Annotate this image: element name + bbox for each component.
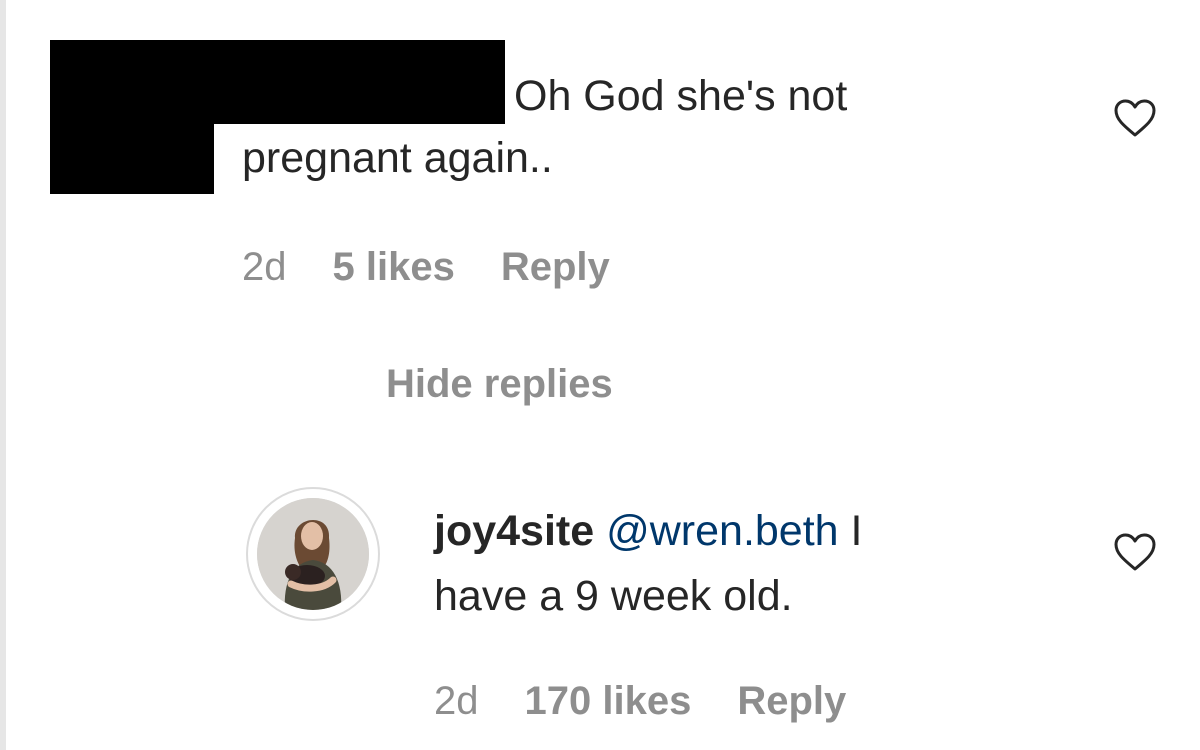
reply-username[interactable]: joy4site [434, 507, 594, 555]
reply-mention-link[interactable]: @wren.beth [606, 507, 839, 555]
comment-likes-link[interactable]: 5 likes [333, 243, 455, 291]
comment-time: 2d [242, 245, 287, 289]
like-reply-button[interactable] [1113, 532, 1157, 572]
reply-time: 2d [434, 679, 479, 723]
comment-text-line-2: pregnant again.. [242, 134, 553, 182]
comment-reply-button[interactable]: Reply [501, 243, 610, 291]
reply-meta: 2d 170 likes Reply [434, 677, 846, 725]
heart-outline-icon [1113, 532, 1157, 572]
reply-text-line-1: joy4site @wren.beth I [434, 505, 863, 557]
like-comment-button[interactable] [1113, 98, 1157, 138]
reply-likes-link[interactable]: 170 likes [525, 677, 692, 725]
redacted-username [214, 40, 505, 124]
avatar[interactable] [257, 498, 369, 610]
heart-outline-icon [1113, 98, 1157, 138]
comment-thread: Oh God she's not pregnant again.. 2d 5 l… [0, 0, 1200, 750]
reply-reply-button[interactable]: Reply [737, 677, 846, 725]
panel-border [0, 0, 6, 750]
comment-meta: 2d 5 likes Reply [242, 243, 610, 291]
comment-text-line-1: Oh God she's not [514, 72, 848, 120]
hide-replies-button[interactable]: Hide replies [386, 360, 613, 408]
reply-text-line-2: have a 9 week old. [434, 572, 793, 620]
redacted-avatar [50, 40, 214, 194]
reply-text-start: I [850, 507, 863, 555]
